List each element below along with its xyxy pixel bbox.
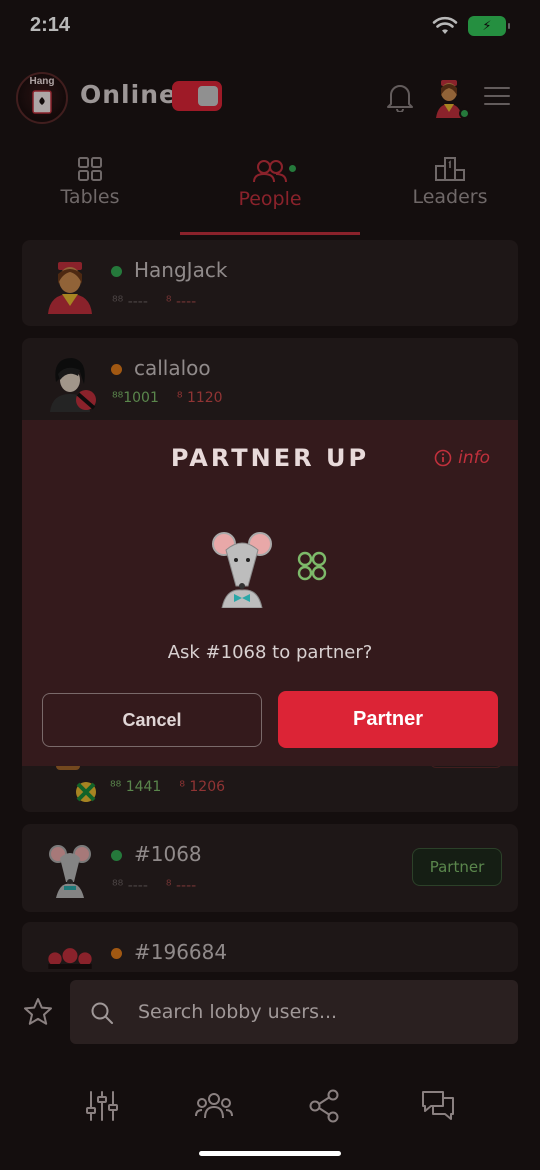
search-input[interactable]	[138, 998, 498, 1026]
player-name: #1068	[134, 842, 202, 866]
online-mode-label: Online	[80, 80, 177, 109]
away-status-dot	[111, 948, 122, 959]
away-status-dot	[111, 364, 122, 375]
list-item[interactable]: #196684	[22, 922, 518, 972]
partner-games-icon	[297, 551, 327, 581]
tab-leaders-label: Leaders	[412, 186, 488, 208]
online-status-dot	[111, 850, 122, 861]
bell-icon[interactable]	[386, 82, 414, 112]
app-logo: Hang	[16, 72, 68, 124]
partner-avatar	[212, 532, 272, 608]
partner-question: Ask #1068 to partner?	[167, 642, 373, 663]
status-bar: 2:14 ⚡	[0, 0, 540, 54]
partner-games-stat: ⁸⁸ ----	[112, 878, 148, 894]
people-online-dot	[289, 165, 296, 172]
partner-games-stat: ⁸⁸ ----	[112, 294, 148, 310]
tab-people-label: People	[238, 188, 302, 210]
battery-icon: ⚡	[468, 16, 510, 36]
player-stats: ⁸⁸ 1441 ⁸ 1206	[110, 779, 225, 795]
tab-people[interactable]: People	[180, 148, 360, 234]
chat-icon[interactable]	[420, 1088, 456, 1124]
partner-icon: ⁸⁸	[112, 294, 128, 310]
group-icon[interactable]	[194, 1088, 234, 1124]
player-avatar	[49, 845, 91, 898]
bottom-nav	[0, 1080, 540, 1140]
partner-button[interactable]: Partner	[412, 848, 502, 886]
player-stats: ⁸⁸1001 ⁸ 1120	[112, 390, 223, 406]
cancel-button[interactable]: Cancel	[42, 693, 262, 747]
status-icons: ⚡	[432, 16, 510, 36]
player-stats: ⁸⁸ ---- ⁸ ----	[112, 878, 196, 894]
logo-text: Hang	[29, 76, 55, 87]
status-time: 2:14	[30, 14, 71, 36]
player-name: #196684	[134, 940, 228, 964]
toggle-knob	[198, 86, 218, 106]
hamburger-menu-icon[interactable]	[483, 84, 511, 108]
player-stats: ⁸⁸ ---- ⁸ ----	[112, 294, 196, 310]
online-toggle[interactable]	[172, 81, 222, 111]
search-box[interactable]	[70, 980, 518, 1044]
search-row	[0, 980, 540, 1044]
tab-tables-label: Tables	[60, 186, 120, 208]
star-icon[interactable]	[22, 996, 54, 1028]
rank-stat: ⁸ 1206	[179, 779, 226, 795]
rank-icon: ⁸	[165, 294, 176, 310]
partner-icon: ⁸⁸	[110, 779, 126, 795]
partner-icon: ⁸⁸	[112, 390, 124, 406]
active-tab-underline	[180, 232, 360, 235]
online-status-dot	[111, 266, 122, 277]
list-item[interactable]: HangJack ⁸⁸ ---- ⁸ ----	[22, 240, 518, 326]
rank-stat: ⁸ 1120	[176, 390, 223, 406]
rank-stat: ⁸ ----	[165, 294, 197, 310]
podium-icon	[435, 157, 465, 181]
info-label: info	[458, 448, 490, 468]
partner-icon: ⁸⁸	[112, 878, 128, 894]
home-indicator	[199, 1151, 341, 1156]
player-name: HangJack	[134, 258, 228, 282]
list-item[interactable]: #1068 ⁸⁸ ---- ⁸ ---- Partner	[22, 824, 518, 912]
partner-games-stat: ⁸⁸1001	[112, 390, 159, 406]
user-online-indicator	[459, 108, 470, 119]
sliders-icon[interactable]	[84, 1088, 120, 1124]
partner-up-modal: PARTNER UP info Ask #1068 to partner? Ca…	[22, 420, 518, 766]
grid-icon	[78, 157, 102, 181]
info-icon	[434, 449, 452, 467]
player-avatar	[48, 262, 92, 314]
people-icon	[253, 160, 287, 183]
tab-leaders[interactable]: Leaders	[360, 148, 540, 234]
rank-stat: ⁸ ----	[165, 878, 197, 894]
share-icon[interactable]	[306, 1088, 342, 1124]
player-name: callaloo	[134, 356, 211, 380]
search-icon	[91, 1002, 113, 1024]
lobby-tabs: Tables People Leaders	[0, 148, 540, 236]
top-bar: Hang Online	[0, 70, 540, 124]
player-avatar	[48, 948, 92, 969]
partner-confirm-button[interactable]: Partner	[278, 691, 498, 748]
rank-icon: ⁸	[179, 779, 190, 795]
info-link[interactable]: info	[434, 448, 490, 468]
card-logo-icon	[32, 90, 52, 114]
rank-icon: ⁸	[176, 390, 187, 406]
tab-tables[interactable]: Tables	[0, 148, 180, 234]
partner-games-stat: ⁸⁸ 1441	[110, 779, 162, 795]
player-avatar	[50, 358, 96, 412]
wifi-icon	[432, 16, 458, 34]
list-item[interactable]: callaloo ⁸⁸1001 ⁸ 1120	[22, 338, 518, 428]
rank-icon: ⁸	[165, 878, 176, 894]
